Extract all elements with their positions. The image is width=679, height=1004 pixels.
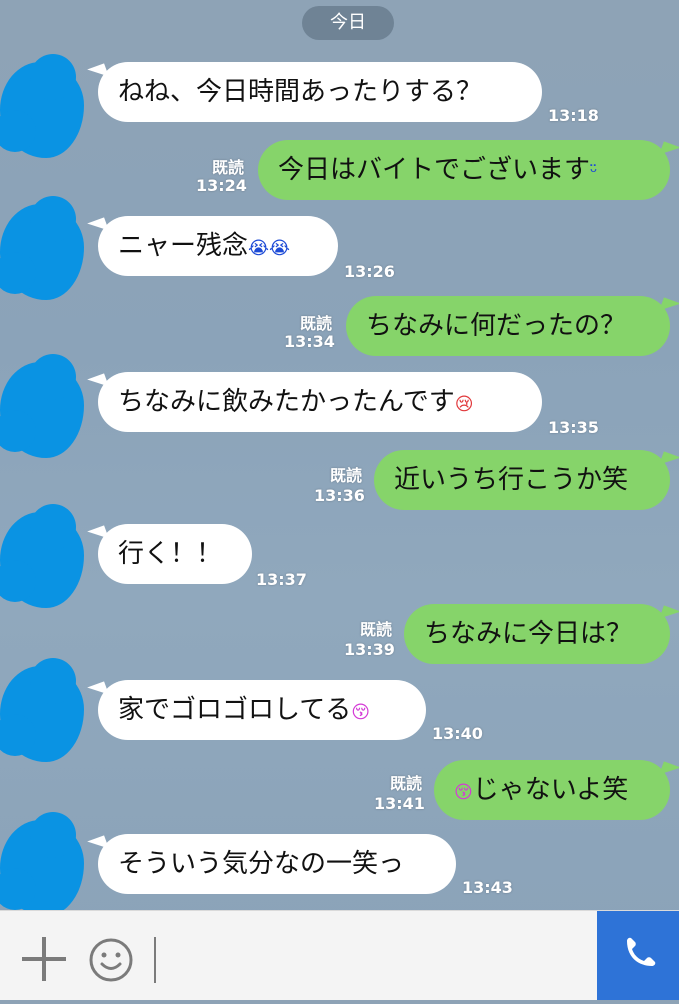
message-bubble-incoming[interactable]: ねね、今日時間あったりする？ [98, 62, 542, 122]
avatar[interactable] [0, 354, 84, 458]
message-bubble-outgoing[interactable]: 近いうち行こうか笑 [374, 450, 670, 510]
message-text: そういう気分なの一笑っ [118, 849, 405, 879]
message-time: 13:40 [432, 724, 483, 743]
kissing-face-icon: 😚 [454, 782, 473, 803]
message-bubble-outgoing[interactable]: 今日はバイトでございますᵕ̈ [258, 140, 670, 200]
message-text: ちなみに何だったの？ [366, 311, 627, 341]
smiley-icon[interactable] [88, 937, 134, 983]
phone-icon [627, 937, 656, 966]
message-time: 13:36 [314, 486, 365, 505]
read-receipt: 既読 [329, 466, 362, 485]
message-bubble-incoming[interactable]: ニャー残念😭😭 [98, 216, 338, 276]
message-text: じゃないよ笑 [472, 775, 629, 805]
avatar[interactable] [0, 812, 84, 910]
message-bubble-outgoing[interactable]: 😚じゃないよ笑 [434, 760, 670, 820]
call-button[interactable] [597, 911, 679, 1000]
message-bubble-incoming[interactable]: そういう気分なの一笑っ [98, 834, 456, 894]
input-toolbar [0, 910, 679, 1000]
read-receipt: 既読 [359, 620, 392, 639]
message-text: 近いうち行こうか笑 [394, 465, 629, 495]
avatar[interactable] [0, 658, 84, 762]
message-bubble-incoming[interactable]: 家でゴロゴロしてる😚 [98, 680, 426, 740]
message-text: ちなみに飲みたかったんです [118, 387, 455, 417]
message-text: 今日はバイトでございます [278, 155, 591, 185]
avatar[interactable] [0, 196, 84, 300]
message-time: 13:18 [548, 106, 599, 125]
message-text: ちなみに今日は？ [424, 619, 633, 649]
message-bubble-outgoing[interactable]: ちなみに何だったの？ [346, 296, 670, 356]
chat-area[interactable]: 今日 ねね、今日時間あったりする？ 13:18 既読 13:24 今日はバイトで… [0, 0, 679, 910]
plus-icon[interactable] [20, 935, 68, 983]
text-cursor[interactable] [154, 937, 156, 983]
message-bubble-outgoing[interactable]: ちなみに今日は？ [404, 604, 670, 664]
avatar[interactable] [0, 54, 84, 158]
message-time: 13:35 [548, 418, 599, 437]
message-text: ニャー残念 [118, 231, 249, 261]
message-time: 13:39 [344, 640, 395, 659]
message-time: 13:37 [256, 570, 307, 589]
read-receipt: 既読 [211, 158, 244, 177]
kissing-face-icon: 😚 [351, 702, 370, 723]
read-receipt: 既読 [389, 774, 422, 793]
message-text: 家でゴロゴロしてる [118, 695, 352, 725]
crying-face-icon: ᵕ̈ [590, 162, 598, 183]
sad-face-icon: 😢 [454, 394, 474, 415]
message-bubble-incoming[interactable]: 行く！！ [98, 524, 252, 584]
message-bubble-incoming[interactable]: ちなみに飲みたかったんです😢 [98, 372, 542, 432]
avatar[interactable] [0, 504, 84, 608]
message-text: ねね、今日時間あったりする？ [118, 77, 483, 107]
read-receipt: 既読 [299, 314, 332, 333]
message-time: 13:26 [344, 262, 395, 281]
date-separator: 今日 [302, 6, 394, 40]
message-time: 13:43 [462, 878, 513, 897]
message-time: 13:34 [284, 332, 335, 351]
sobbing-face-icon: 😭😭 [248, 238, 291, 259]
message-time: 13:41 [374, 794, 425, 813]
message-time: 13:24 [196, 176, 247, 195]
message-text: 行く！！ [118, 539, 223, 569]
